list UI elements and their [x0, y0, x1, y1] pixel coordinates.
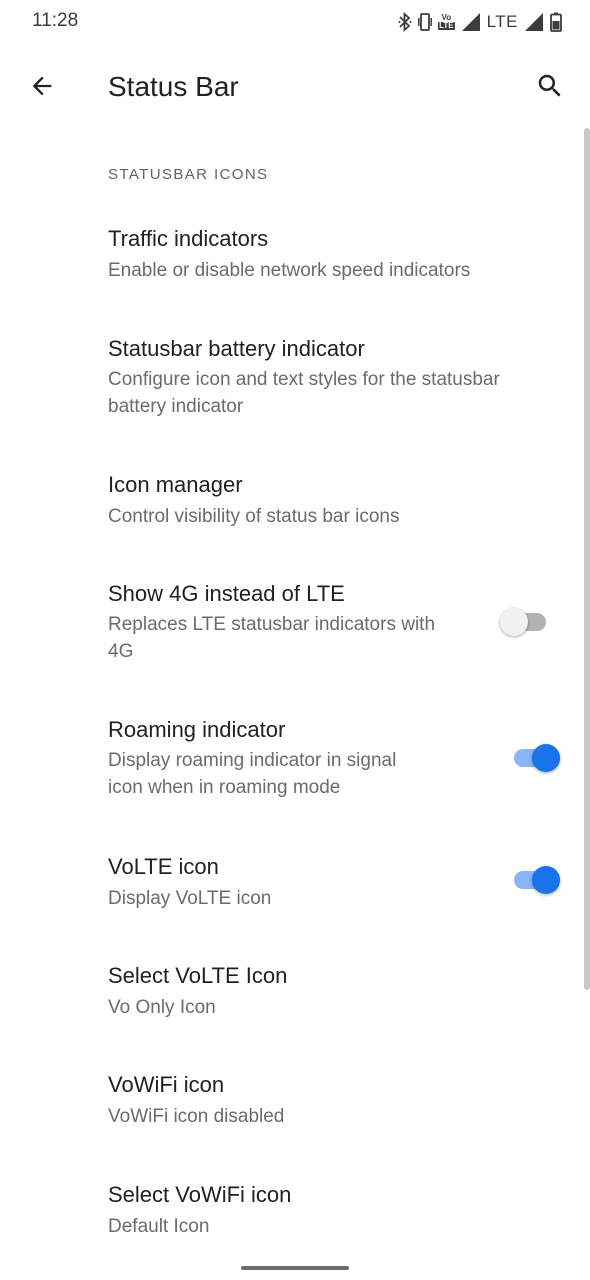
search-icon [538, 74, 561, 97]
pref-title: VoLTE icon [108, 854, 219, 879]
app-bar: Status Bar [0, 44, 590, 134]
pref-title: Select VoWiFi icon [108, 1182, 292, 1207]
search-button[interactable] [530, 66, 570, 106]
volte-status-icon: Vo LTE [438, 14, 455, 30]
arrow-back-icon [32, 76, 52, 96]
show-4g-switch[interactable] [500, 602, 552, 642]
status-time: 11:28 [32, 10, 79, 31]
signal-icon [461, 13, 480, 31]
pref-title: Roaming indicator [108, 717, 286, 742]
pref-show-4g[interactable]: Show 4G instead of LTE Replaces LTE stat… [0, 566, 580, 686]
scrollbar[interactable] [584, 128, 590, 990]
pref-battery-indicator[interactable]: Statusbar battery indicator Configure ic… [0, 320, 580, 440]
volte-icon-switch[interactable] [508, 860, 560, 900]
pref-summary: Display VoLTE icon [108, 888, 272, 909]
pref-summary: Vo Only Icon [108, 997, 216, 1018]
pref-title: Select VoLTE Icon [108, 963, 288, 988]
switch-thumb [532, 866, 560, 894]
switch-thumb [532, 744, 560, 772]
pref-select-volte-icon[interactable]: Select VoLTE Icon Vo Only Icon [0, 948, 580, 1048]
pref-title: Traffic indicators [108, 226, 269, 251]
pref-title: VoWiFi icon [108, 1072, 225, 1097]
roaming-indicator-switch[interactable] [508, 738, 560, 778]
status-bar: 11:28 Vo LTE LTE [0, 0, 590, 44]
pref-title: Show 4G instead of LTE [108, 581, 345, 606]
gesture-nav-handle[interactable] [241, 1266, 349, 1270]
pref-summary: VoWiFi icon disabled [108, 1106, 285, 1127]
pref-summary: Enable or disable network speed indicato… [108, 260, 471, 281]
pref-summary-line2: icon when in roaming mode [108, 777, 341, 798]
volte-bottom-label: LTE [438, 21, 455, 30]
pref-vowifi-icon[interactable]: VoWiFi icon VoWiFi icon disabled [0, 1057, 580, 1157]
back-button[interactable] [24, 68, 60, 104]
pref-icon-manager[interactable]: Icon manager Control visibility of statu… [0, 456, 580, 556]
page-title: Status Bar [108, 71, 239, 102]
switch-thumb [500, 608, 528, 636]
pref-volte-icon[interactable]: VoLTE icon Display VoLTE icon [0, 838, 580, 938]
vibrate-icon [418, 13, 433, 31]
pref-select-vowifi-icon[interactable]: Select VoWiFi icon Default Icon [0, 1166, 580, 1261]
pref-summary-line1: Display roaming indicator in signal [108, 750, 397, 771]
status-icons: Vo LTE LTE [398, 8, 562, 36]
pref-summary-line1: Configure icon and text styles for the s… [108, 369, 500, 390]
pref-summary: Control visibility of status bar icons [108, 506, 400, 527]
bluetooth-icon [398, 12, 412, 32]
pref-title: Icon manager [108, 472, 243, 497]
pref-summary-line2: battery indicator [108, 396, 244, 417]
pref-roaming-indicator[interactable]: Roaming indicator Display roaming indica… [0, 702, 580, 822]
pref-summary-line2: 4G [108, 641, 134, 662]
network-type-label: LTE [486, 12, 518, 31]
pref-title: Statusbar battery indicator [108, 336, 365, 361]
pref-traffic-indicators[interactable]: Traffic indicators Enable or disable net… [0, 210, 580, 310]
pref-summary-line1: Replaces LTE statusbar indicators with [108, 614, 436, 635]
signal-icon-2 [525, 13, 543, 31]
pref-summary: Default Icon [108, 1216, 210, 1237]
battery-icon [550, 12, 562, 32]
section-header: STATUSBAR ICONS [108, 166, 269, 183]
